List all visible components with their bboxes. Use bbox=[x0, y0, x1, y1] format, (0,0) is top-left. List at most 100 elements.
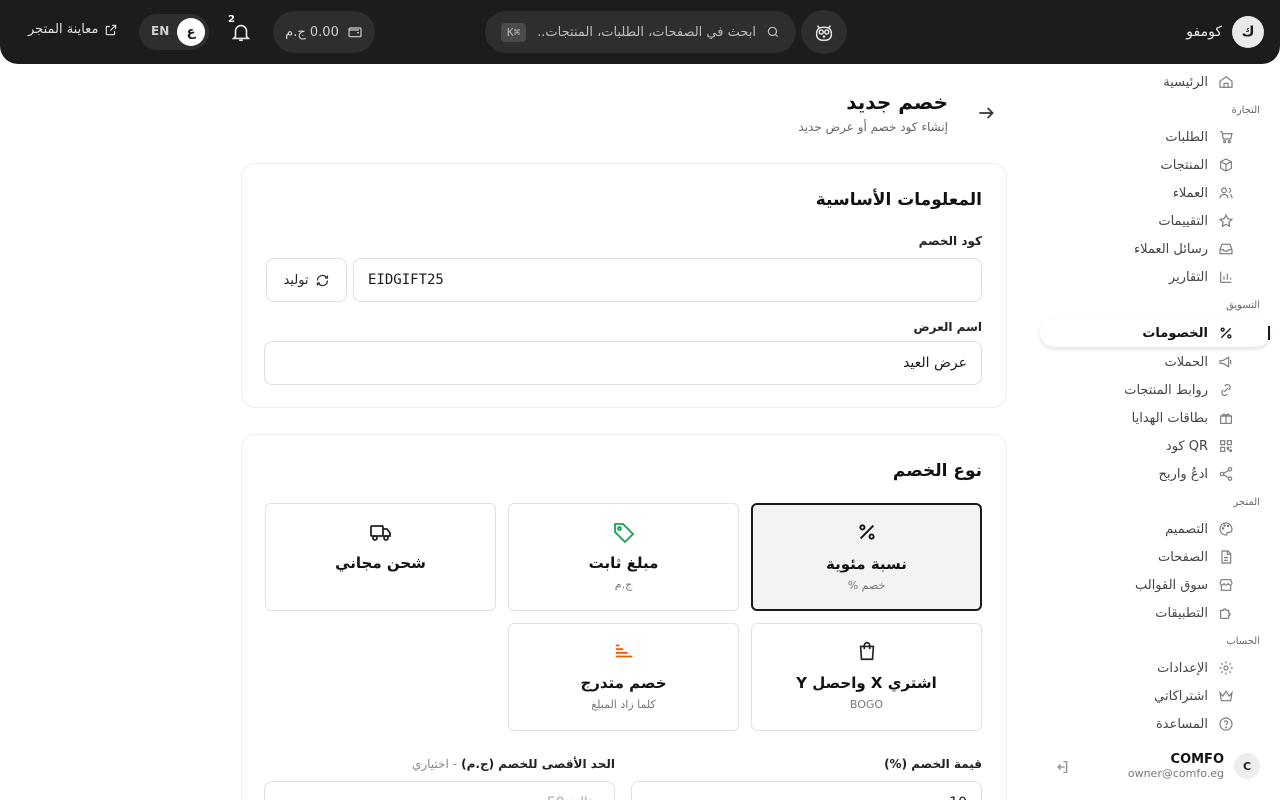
max-discount-label-text: الحد الأقصى للخصم (ج.م) bbox=[461, 757, 615, 771]
wallet-icon bbox=[348, 27, 362, 38]
logout-button[interactable] bbox=[1054, 759, 1070, 779]
sidebar-item-help[interactable]: المساعدة bbox=[1156, 710, 1234, 738]
generate-label: توليد bbox=[283, 272, 309, 288]
sidebar-item-apps[interactable]: التطبيقات bbox=[1155, 599, 1234, 627]
type-free-shipping[interactable]: شحن مجاني bbox=[265, 503, 496, 611]
max-discount-input[interactable]: مثال: 50 bbox=[264, 781, 615, 800]
sidebar-item-gift-cards[interactable]: بطاقات الهدايا bbox=[1132, 404, 1234, 432]
sidebar-item-discounts[interactable]: الخصومات bbox=[1142, 319, 1234, 347]
type-tiered[interactable]: خصم متدرج كلما زاد المبلغ bbox=[508, 623, 739, 731]
sidebar-item-subscriptions[interactable]: اشتراكاتي bbox=[1154, 682, 1234, 710]
wallet-balance[interactable]: 0.00 ج.م bbox=[273, 11, 375, 53]
type-subtitle: خصم % bbox=[847, 579, 886, 592]
notification-count: 2 bbox=[228, 14, 235, 25]
discount-value-input[interactable]: 10 bbox=[631, 781, 982, 800]
discount-code-input[interactable]: EIDGIFT25 bbox=[353, 258, 982, 302]
avatar: C bbox=[1234, 753, 1260, 779]
sidebar-item-label: الحملات bbox=[1164, 354, 1208, 370]
refresh-icon bbox=[316, 274, 328, 286]
discount-type-title: نوع الخصم bbox=[892, 461, 982, 481]
sidebar-item-label: رسائل العملاء bbox=[1134, 241, 1208, 257]
sidebar-item-label: الخصومات bbox=[1142, 325, 1208, 341]
sidebar-item-reviews[interactable]: التقييمات bbox=[1158, 207, 1234, 235]
notifications-button[interactable]: 2 bbox=[226, 14, 254, 46]
sidebar-item-themes[interactable]: سوق القوالب bbox=[1135, 571, 1234, 599]
brand-avatar: ك bbox=[1232, 16, 1264, 48]
sidebar-item-label: اشتراكاتي bbox=[1154, 688, 1208, 704]
type-fixed-amount[interactable]: مبلغ ثابت ج.م bbox=[508, 503, 739, 611]
sidebar-item-pages[interactable]: الصفحات bbox=[1158, 543, 1234, 571]
section-account: الحساب bbox=[1226, 636, 1260, 647]
box-icon bbox=[1220, 158, 1232, 172]
type-title: مبلغ ثابت bbox=[588, 554, 659, 572]
gear-icon bbox=[1219, 661, 1233, 675]
palette-icon bbox=[1219, 522, 1233, 536]
sidebar-item-label: المنتجات bbox=[1160, 157, 1208, 173]
brand-name: كومفو bbox=[1186, 24, 1222, 40]
sidebar-item-label: روابط المنتجات bbox=[1124, 382, 1208, 398]
percent-icon bbox=[858, 524, 875, 540]
home-icon bbox=[1219, 75, 1233, 88]
generate-code-button[interactable]: توليد bbox=[266, 258, 347, 302]
basic-info-card: المعلومات الأساسية كود الخصم EIDGIFT25 ت… bbox=[241, 163, 1007, 408]
wallet-amount: 0.00 ج.م bbox=[285, 24, 339, 40]
logout-icon bbox=[1057, 761, 1068, 773]
sidebar-item-messages[interactable]: رسائل العملاء bbox=[1134, 235, 1234, 263]
sidebar-item-label: التصميم bbox=[1165, 521, 1208, 537]
brand[interactable]: ك كومفو bbox=[1186, 16, 1264, 48]
global-search[interactable]: ابحث في الصفحات، الطلبات، المنتجات... ⌘K bbox=[485, 11, 796, 53]
search-shortcut: ⌘K bbox=[501, 22, 527, 42]
sidebar-item-orders[interactable]: الطلبات bbox=[1165, 123, 1234, 151]
sidebar-item-customers[interactable]: العملاء bbox=[1173, 179, 1234, 207]
inbox-icon bbox=[1219, 243, 1233, 255]
sidebar-item-qr-code[interactable]: QR كود bbox=[1166, 432, 1234, 460]
sidebar-item-home[interactable]: الرئيسية bbox=[1163, 68, 1234, 96]
mascot-logo-button[interactable] bbox=[801, 10, 847, 54]
shopping-bag-icon bbox=[859, 641, 874, 661]
lang-english[interactable]: EN bbox=[151, 24, 169, 38]
type-bogo[interactable]: اشتري X واحصل Y BOGO bbox=[751, 623, 982, 731]
preview-store-link[interactable]: معاينة المتجر bbox=[28, 22, 118, 37]
sidebar-item-label: سوق القوالب bbox=[1134, 577, 1208, 593]
sidebar-item-label: ادعُ واربح bbox=[1158, 466, 1208, 482]
sidebar-item-label: بطاقات الهدايا bbox=[1131, 410, 1208, 426]
qr-code-icon bbox=[1220, 440, 1232, 452]
type-title: شحن مجاني bbox=[335, 554, 426, 572]
external-link-icon bbox=[106, 24, 117, 35]
sidebar-item-campaigns[interactable]: الحملات bbox=[1165, 348, 1234, 376]
sidebar-item-design[interactable]: التصميم bbox=[1165, 515, 1234, 543]
sidebar-item-label: الإعدادات bbox=[1157, 660, 1208, 676]
type-subtitle: ج.م bbox=[614, 578, 633, 591]
sidebar-item-referral[interactable]: ادعُ واربح bbox=[1159, 460, 1234, 488]
sidebar-item-label: الصفحات bbox=[1157, 549, 1208, 565]
preview-label: معاينة المتجر bbox=[28, 22, 99, 37]
owl-mascot-icon bbox=[815, 25, 833, 41]
sidebar-item-label: الرئيسية bbox=[1163, 74, 1208, 90]
section-store: المتجر bbox=[1233, 497, 1260, 508]
help-circle-icon bbox=[1219, 717, 1233, 731]
language-switch[interactable]: ع EN bbox=[139, 14, 209, 50]
back-button[interactable] bbox=[976, 103, 996, 123]
sidebar-item-label: التقييمات bbox=[1158, 213, 1208, 229]
sidebar-item-label: التطبيقات bbox=[1155, 605, 1208, 621]
sidebar-item-reports[interactable]: التقارير bbox=[1169, 263, 1234, 291]
bar-chart-icon bbox=[1220, 271, 1232, 283]
type-percentage[interactable]: نسبة مئوية خصم % bbox=[751, 503, 982, 611]
max-discount-label: الحد الأقصى للخصم (ج.م) - اختياري bbox=[412, 757, 615, 771]
offer-name-input[interactable]: عرض العيد bbox=[264, 341, 982, 385]
users-icon bbox=[1219, 187, 1233, 199]
search-icon bbox=[767, 26, 779, 38]
gift-icon bbox=[1220, 413, 1232, 424]
truck-icon bbox=[369, 525, 391, 541]
sidebar-item-settings[interactable]: الإعدادات bbox=[1157, 654, 1234, 682]
type-subtitle: كلما زاد المبلغ bbox=[591, 698, 656, 711]
file-icon bbox=[1221, 550, 1232, 564]
star-icon bbox=[1218, 213, 1234, 228]
sidebar-item-product-links[interactable]: روابط المنتجات bbox=[1124, 376, 1234, 404]
user-profile[interactable]: C COMFO owner@comfo.eg bbox=[1128, 752, 1260, 780]
lang-arabic[interactable]: ع bbox=[177, 18, 205, 46]
sidebar-item-products[interactable]: المنتجات bbox=[1160, 151, 1234, 179]
sidebar-item-label: الطلبات bbox=[1165, 129, 1208, 145]
offer-name-label: اسم العرض bbox=[913, 320, 982, 334]
sidebar-item-label: التقارير bbox=[1168, 269, 1208, 285]
